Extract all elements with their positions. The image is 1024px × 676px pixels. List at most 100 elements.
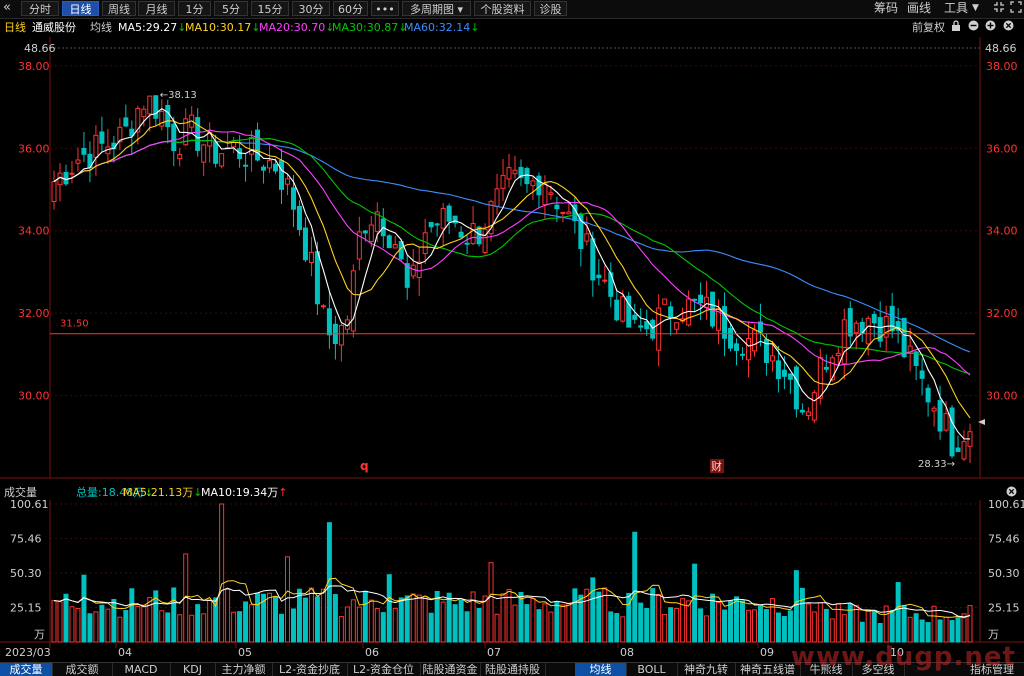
candle-body[interactable] — [596, 274, 602, 279]
volume-bar[interactable] — [159, 610, 165, 643]
volume-bar[interactable] — [566, 602, 572, 643]
volume-bar[interactable] — [799, 587, 805, 643]
candle-body[interactable] — [308, 251, 314, 263]
candle-body[interactable] — [638, 325, 644, 328]
event-marker-q[interactable]: q — [360, 459, 369, 473]
volume-bar[interactable] — [841, 614, 847, 643]
indicator-tab-5[interactable]: L2-资金抄底 — [272, 663, 348, 676]
candle-body[interactable] — [123, 117, 129, 127]
volume-bar[interactable] — [75, 607, 81, 643]
candle-body[interactable] — [835, 352, 841, 357]
volume-bar[interactable] — [99, 604, 105, 643]
candle-body[interactable] — [620, 296, 626, 322]
indicator-tab-6[interactable]: L2-资金仓位 — [347, 663, 421, 676]
candle-body[interactable] — [823, 366, 829, 370]
volume-bar[interactable] — [734, 596, 740, 643]
volume-bar[interactable] — [638, 602, 644, 643]
volume-bar[interactable] — [290, 608, 296, 643]
candle-body[interactable] — [296, 205, 302, 230]
volume-bar[interactable] — [314, 596, 320, 643]
volume-bar[interactable] — [722, 609, 728, 643]
volume-bar[interactable] — [219, 503, 225, 643]
candle-body[interactable] — [632, 314, 638, 320]
candle-body[interactable] — [787, 373, 793, 380]
volume-bar[interactable] — [123, 609, 129, 643]
volume-bar[interactable] — [404, 595, 410, 643]
volume-bar[interactable] — [943, 616, 949, 643]
volume-bar[interactable] — [955, 617, 961, 643]
candle-body[interactable] — [728, 328, 734, 349]
volume-bar[interactable] — [853, 604, 859, 643]
volume-bar[interactable] — [434, 590, 440, 643]
volume-bar[interactable] — [177, 614, 183, 643]
volume-bar[interactable] — [674, 608, 680, 643]
volume-bar[interactable] — [781, 616, 787, 643]
volume-bar[interactable] — [512, 604, 518, 643]
volume-bar[interactable] — [745, 609, 751, 643]
candle-body[interactable] — [530, 180, 536, 187]
volume-bar[interactable] — [267, 592, 273, 643]
volume-bar[interactable] — [590, 577, 596, 643]
volume-bar[interactable] — [464, 611, 470, 643]
candle-body[interactable] — [853, 322, 859, 334]
volume-bar[interactable] — [237, 611, 243, 643]
candle-body[interactable] — [554, 204, 560, 210]
volume-bar[interactable] — [572, 588, 578, 643]
volume-bar[interactable] — [811, 611, 817, 643]
candle-body[interactable] — [751, 329, 757, 352]
volume-bar[interactable] — [494, 613, 500, 643]
volume-bar[interactable] — [817, 602, 823, 643]
candle-body[interactable] — [847, 308, 853, 337]
volume-bar[interactable] — [308, 587, 314, 643]
candle-body[interactable] — [614, 299, 620, 321]
volume-bar[interactable] — [488, 562, 494, 643]
indicator-tab-8[interactable]: 陆股通持股 — [480, 663, 546, 676]
volume-bar[interactable] — [273, 595, 279, 643]
candle-body[interactable] — [692, 298, 698, 301]
candle-body[interactable] — [871, 313, 877, 324]
candle-body[interactable] — [93, 134, 99, 158]
candle-body[interactable] — [267, 160, 273, 169]
volume-bar[interactable] — [865, 609, 871, 643]
volume-bar[interactable] — [165, 612, 171, 643]
candle-body[interactable] — [781, 369, 787, 377]
candle-body[interactable] — [171, 123, 177, 152]
volume-bar[interactable] — [284, 556, 290, 643]
volume-bar[interactable] — [63, 593, 69, 643]
candle-body[interactable] — [775, 360, 781, 379]
volume-bar[interactable] — [380, 612, 386, 643]
candle-body[interactable] — [201, 144, 207, 163]
volume-bar[interactable] — [620, 616, 626, 643]
indicator-tab-0[interactable]: 成交量 — [0, 663, 53, 676]
close-volume-icon[interactable] — [1006, 486, 1017, 501]
candle-body[interactable] — [590, 238, 596, 281]
candle-body[interactable] — [734, 343, 740, 351]
candle-body[interactable] — [560, 211, 566, 214]
volume-bar[interactable] — [518, 591, 524, 643]
candle-body[interactable] — [584, 233, 590, 242]
candle-body[interactable] — [249, 137, 255, 155]
candle-body[interactable] — [255, 129, 261, 161]
volume-bar[interactable] — [410, 593, 416, 643]
volume-bar[interactable] — [739, 600, 745, 643]
candle-body[interactable] — [284, 178, 290, 185]
candle-body[interactable] — [793, 366, 799, 410]
volume-bar[interactable] — [350, 599, 356, 643]
volume-bar[interactable] — [392, 607, 398, 643]
candle-body[interactable] — [279, 160, 285, 190]
volume-bar[interactable] — [398, 597, 404, 643]
volume-bar[interactable] — [751, 609, 757, 643]
candle-body[interactable] — [500, 174, 506, 189]
volume-bar[interactable] — [775, 612, 781, 643]
volume-bar[interactable] — [207, 599, 213, 643]
candle-body[interactable] — [476, 226, 482, 245]
financial-marker[interactable]: 财 — [711, 459, 722, 473]
volume-bar[interactable] — [368, 599, 374, 643]
volume-bar[interactable] — [931, 605, 937, 643]
candle-body[interactable] — [338, 324, 344, 346]
volume-bar[interactable] — [69, 606, 75, 643]
candle-body[interactable] — [99, 131, 105, 144]
volume-bar[interactable] — [823, 608, 829, 643]
candle-body[interactable] — [644, 321, 650, 330]
candle-body[interactable] — [302, 227, 308, 261]
